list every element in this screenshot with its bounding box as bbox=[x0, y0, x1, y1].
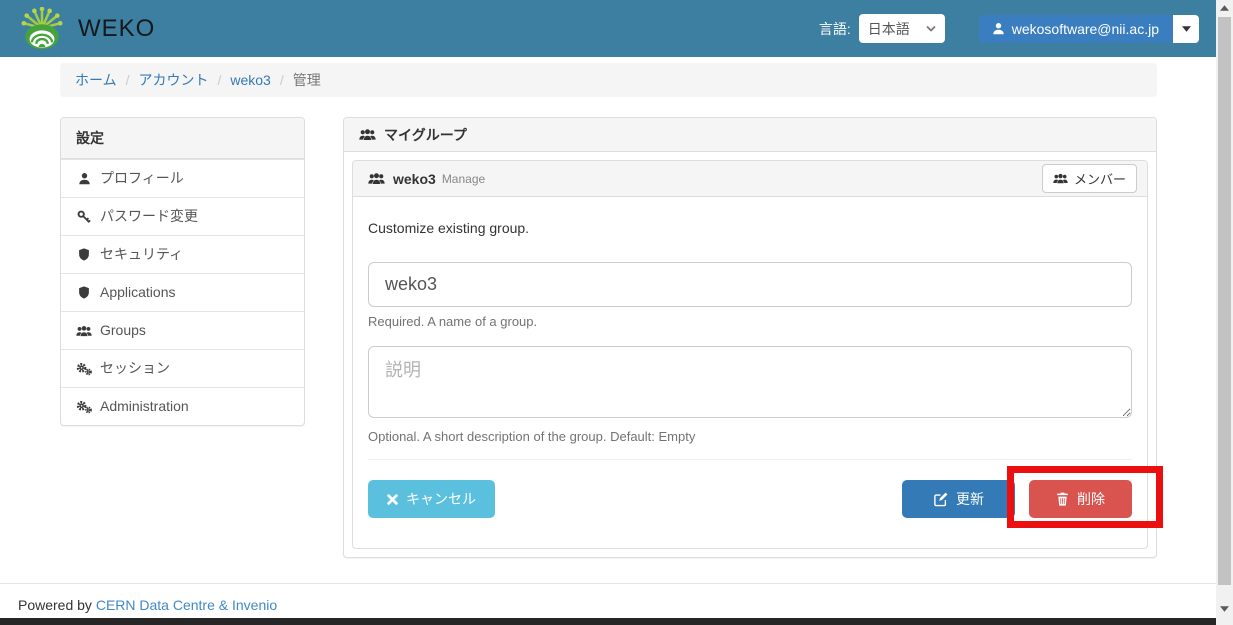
group-name-heading: weko3 bbox=[393, 170, 436, 187]
language-selected-value: 日本語 bbox=[867, 20, 910, 37]
sidebar-item-label: セッション bbox=[100, 360, 170, 376]
sidebar-item-security[interactable]: セキュリティ bbox=[61, 235, 304, 273]
sidebar-item-label: セキュリティ bbox=[100, 246, 184, 262]
form-divider bbox=[368, 459, 1132, 460]
users-icon bbox=[1053, 173, 1068, 184]
breadcrumb: ホーム / アカウント / weko3 / 管理 bbox=[60, 63, 1157, 97]
user-email: wekosoftware@nii.ac.jp bbox=[1011, 20, 1159, 37]
description-help-text: Optional. A short description of the gro… bbox=[368, 429, 696, 444]
weko-logo-icon bbox=[16, 6, 68, 51]
breadcrumb-home-link[interactable]: ホーム bbox=[75, 70, 117, 90]
trash-icon bbox=[1056, 492, 1069, 506]
bottom-dark-bar bbox=[0, 618, 1216, 625]
users-icon bbox=[359, 128, 376, 141]
caret-down-icon bbox=[1181, 25, 1191, 32]
users-icon bbox=[76, 325, 92, 337]
form-intro-text: Customize existing group. bbox=[368, 220, 530, 236]
scrollbar-up-arrow[interactable] bbox=[1216, 0, 1233, 16]
user-icon bbox=[76, 172, 92, 185]
breadcrumb-group-link[interactable]: weko3 bbox=[230, 72, 270, 88]
group-edit-panel: weko3 Manage メンバー Customize existing gro… bbox=[352, 160, 1148, 549]
sidebar-item-label: Groups bbox=[100, 322, 146, 338]
settings-sidebar: 設定 プロフィール パスワード変更 セキュリティ Applications Gr… bbox=[60, 117, 305, 426]
panel-title: マイグループ bbox=[384, 126, 467, 143]
sidebar-header: 設定 bbox=[61, 118, 304, 159]
name-help-text: Required. A name of a group. bbox=[368, 314, 538, 329]
cogs-icon bbox=[76, 400, 92, 414]
language-label: 言語: bbox=[818, 20, 851, 37]
user-menu-group: wekosoftware@nii.ac.jp bbox=[978, 14, 1199, 43]
my-groups-panel-header: マイグループ bbox=[344, 118, 1156, 152]
chevron-down-icon bbox=[926, 25, 936, 32]
user-icon bbox=[992, 22, 1005, 35]
sidebar-item-administration[interactable]: Administration bbox=[61, 387, 304, 425]
sidebar-item-groups[interactable]: Groups bbox=[61, 311, 304, 349]
sidebar-item-sessions[interactable]: セッション bbox=[61, 349, 304, 387]
users-icon bbox=[368, 172, 385, 185]
weko-brand-link[interactable]: WEKO bbox=[16, 6, 156, 51]
delete-button-label: 削除 bbox=[1077, 491, 1105, 507]
breadcrumb-separator: / bbox=[217, 72, 222, 88]
breadcrumb-account-link[interactable]: アカウント bbox=[138, 70, 208, 90]
user-menu-caret-button[interactable] bbox=[1173, 14, 1199, 43]
scrollbar-thumb[interactable] bbox=[1218, 17, 1231, 585]
x-icon bbox=[387, 493, 398, 505]
update-button[interactable]: 更新 bbox=[902, 480, 1015, 518]
powered-by-text: Powered by bbox=[18, 597, 92, 613]
credit-link[interactable]: CERN Data Centre & Invenio bbox=[96, 597, 277, 613]
shield-icon bbox=[76, 248, 92, 261]
cancel-button[interactable]: キャンセル bbox=[368, 480, 495, 518]
sidebar-item-applications[interactable]: Applications bbox=[61, 273, 304, 311]
form-actions: キャンセル 更新 削除 bbox=[368, 480, 1132, 518]
sidebar-item-password[interactable]: パスワード変更 bbox=[61, 197, 304, 235]
breadcrumb-current: 管理 bbox=[292, 72, 321, 88]
sidebar-item-label: Administration bbox=[100, 398, 189, 414]
brand-title: WEKO bbox=[78, 14, 156, 42]
language-select[interactable]: 日本語 bbox=[858, 14, 945, 43]
update-button-label: 更新 bbox=[956, 491, 984, 507]
group-mode-label: Manage bbox=[441, 171, 486, 186]
sidebar-item-label: パスワード変更 bbox=[100, 208, 198, 224]
my-groups-panel: マイグループ weko3 Manage メンバー Customize exist… bbox=[343, 117, 1157, 558]
group-name-input[interactable] bbox=[368, 262, 1132, 307]
members-button[interactable]: メンバー bbox=[1041, 164, 1137, 193]
shield-icon bbox=[76, 286, 92, 299]
top-navbar: WEKO 言語: 日本語 wekosoftware@nii.ac.jp bbox=[0, 0, 1216, 57]
page-footer: Powered by CERN Data Centre & Invenio bbox=[0, 583, 1216, 613]
delete-button[interactable]: 削除 bbox=[1029, 480, 1132, 518]
vertical-scrollbar[interactable] bbox=[1216, 0, 1233, 625]
key-icon bbox=[76, 210, 92, 224]
edit-icon bbox=[933, 492, 948, 507]
cancel-button-label: キャンセル bbox=[406, 491, 476, 507]
group-description-textarea[interactable] bbox=[368, 346, 1132, 418]
sidebar-item-profile[interactable]: プロフィール bbox=[61, 159, 304, 197]
cogs-icon bbox=[76, 362, 92, 376]
scrollbar-down-arrow[interactable] bbox=[1216, 601, 1233, 617]
sidebar-item-label: Applications bbox=[100, 284, 176, 300]
breadcrumb-separator: / bbox=[279, 72, 284, 88]
group-edit-header: weko3 Manage メンバー bbox=[353, 161, 1147, 197]
sidebar-item-label: プロフィール bbox=[100, 170, 184, 186]
user-account-button[interactable]: wekosoftware@nii.ac.jp bbox=[978, 14, 1172, 43]
breadcrumb-separator: / bbox=[125, 72, 130, 88]
members-button-label: メンバー bbox=[1073, 172, 1126, 187]
